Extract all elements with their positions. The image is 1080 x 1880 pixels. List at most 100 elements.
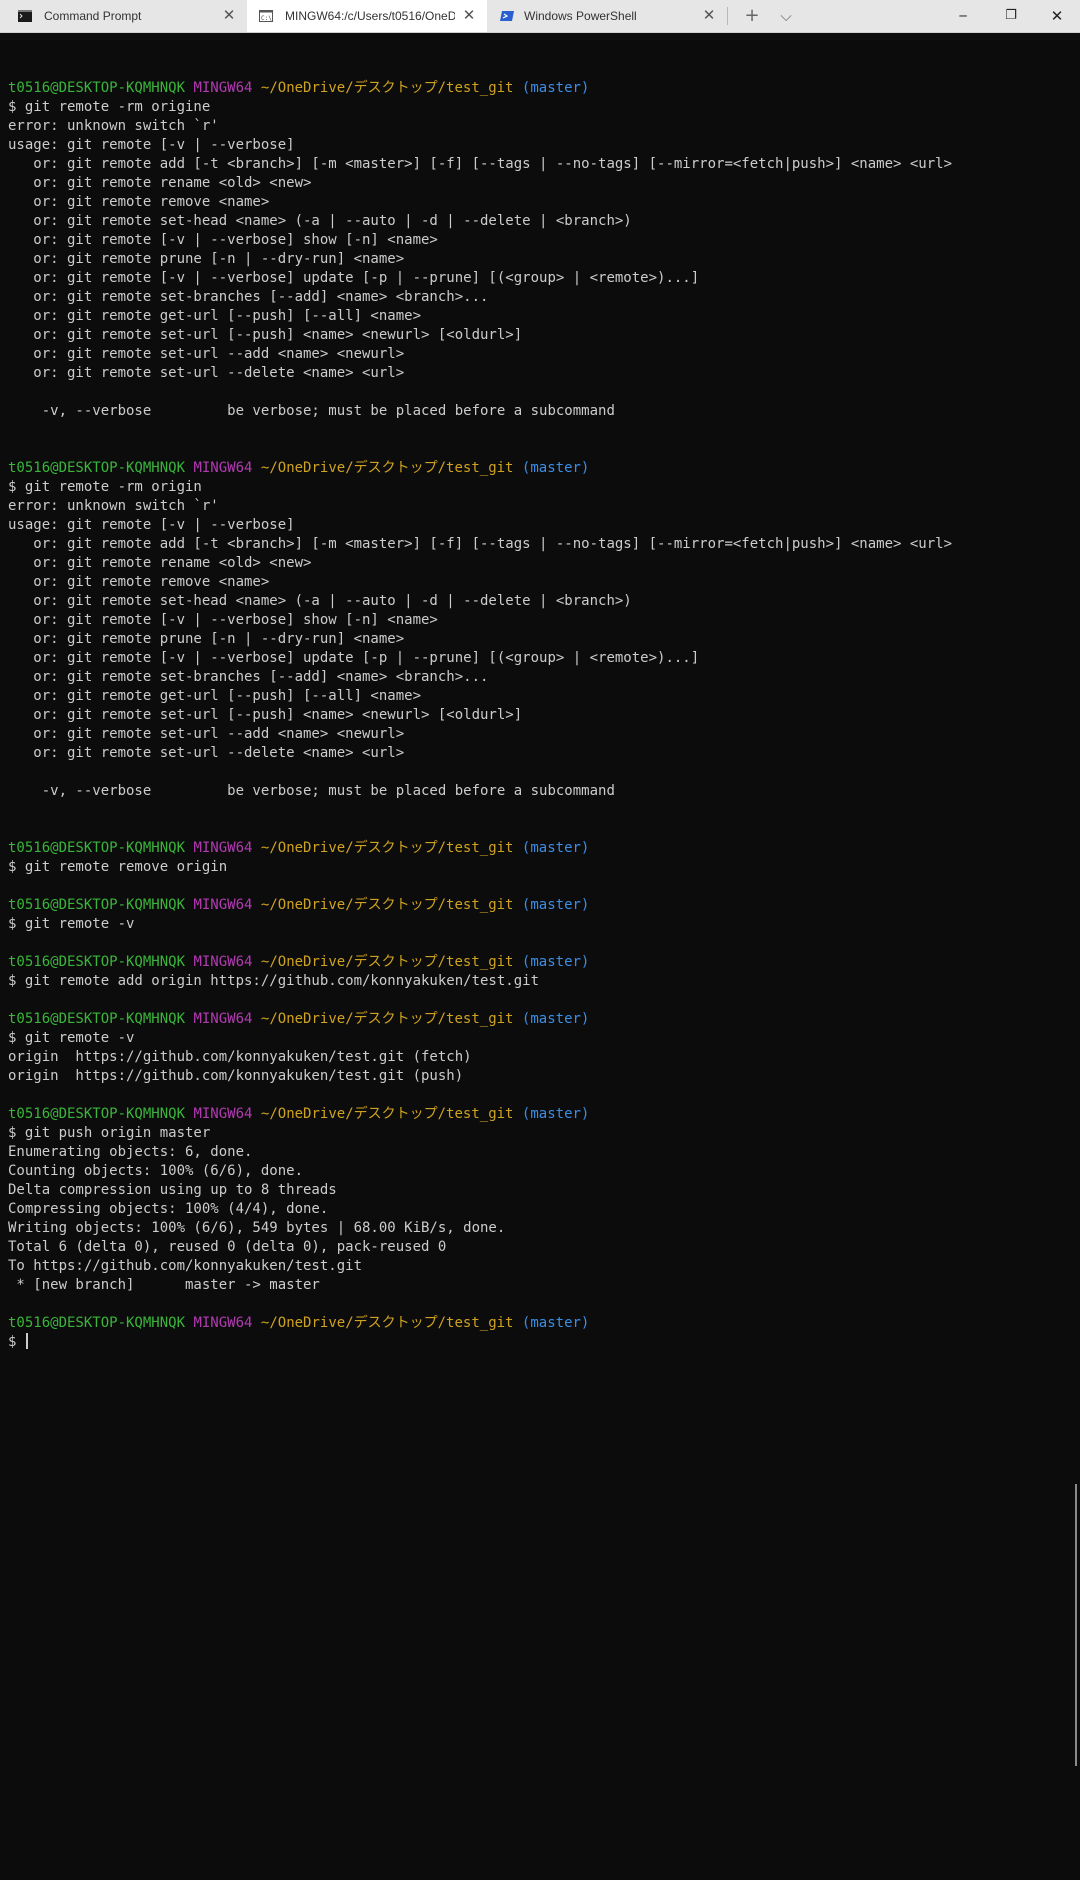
prompt-path: ~/OneDrive/デスクトップ/test_git (260, 460, 514, 476)
output-line: error: unknown switch `r' (8, 498, 219, 514)
prompt-path: ~/OneDrive/デスクトップ/test_git (260, 1106, 514, 1122)
command-line: $ git remote add origin https://github.c… (8, 973, 540, 989)
output-line: or: git remote [-v | --verbose] show [-n… (8, 612, 438, 628)
output-line: or: git remote set-url --delete <name> <… (8, 365, 405, 381)
output-line: or: git remote get-url [--push] [--all] … (8, 688, 422, 704)
prompt-line: t0516@DESKTOP-KQMHNQK MINGW64 ~/OneDrive… (8, 459, 1064, 478)
tab-label: Windows PowerShell (524, 9, 637, 23)
tab-dropdown-button[interactable]: ⌵ (775, 6, 797, 26)
prompt-system: MINGW64 (193, 1315, 253, 1331)
prompt-user: t0516@DESKTOP-KQMHNQK (8, 954, 186, 970)
prompt-path: ~/OneDrive/デスクトップ/test_git (260, 954, 514, 970)
output-line: or: git remote set-url --add <name> <new… (8, 726, 405, 742)
prompt-line: t0516@DESKTOP-KQMHNQK MINGW64 ~/OneDrive… (8, 839, 1064, 858)
output-line: or: git remote [-v | --verbose] update [… (8, 270, 700, 286)
command-input-line[interactable]: $ (8, 1333, 1064, 1352)
output-line: -v, --verbose be verbose; must be placed… (8, 783, 615, 799)
output-line: or: git remote remove <name> (8, 574, 270, 590)
tab-separator (727, 7, 728, 25)
output-line: Delta compression using up to 8 threads (8, 1182, 337, 1198)
output-line: or: git remote set-head <name> (-a | --a… (8, 593, 632, 609)
powershell-icon (500, 11, 514, 21)
prompt-user: t0516@DESKTOP-KQMHNQK (8, 1011, 186, 1027)
command-line: $ git remote -v (8, 916, 135, 932)
output-line: or: git remote rename <old> <new> (8, 175, 312, 191)
output-line: or: git remote [-v | --verbose] show [-n… (8, 232, 438, 248)
close-tab-icon[interactable]: ✕ (699, 6, 719, 26)
prompt-system: MINGW64 (193, 80, 253, 96)
output-line: or: git remote prune [-n | --dry-run] <n… (8, 631, 405, 647)
output-line: or: git remote [-v | --verbose] update [… (8, 650, 700, 666)
prompt-branch: (master) (521, 1011, 590, 1027)
output-line: Counting objects: 100% (6/6), done. (8, 1163, 304, 1179)
maximize-button[interactable]: ❐ (988, 0, 1034, 32)
tab-mingw64[interactable]: C:\ MINGW64:/c/Users/t0516/OneD ✕ (247, 0, 487, 32)
prompt-user: t0516@DESKTOP-KQMHNQK (8, 1315, 186, 1331)
close-tab-icon[interactable]: ✕ (459, 6, 479, 26)
command-line: $ git remote -rm origin (8, 479, 202, 495)
svg-text:C:\: C:\ (261, 15, 272, 22)
output-line: error: unknown switch `r' (8, 118, 219, 134)
prompt-user: t0516@DESKTOP-KQMHNQK (8, 1106, 186, 1122)
mingw-icon: C:\ (259, 10, 273, 22)
tab-label: MINGW64:/c/Users/t0516/OneD (285, 9, 455, 23)
prompt-user: t0516@DESKTOP-KQMHNQK (8, 460, 186, 476)
output-line: origin https://github.com/konnyakuken/te… (8, 1068, 464, 1084)
output-line: origin https://github.com/konnyakuken/te… (8, 1049, 472, 1065)
close-tab-icon[interactable]: ✕ (219, 6, 239, 26)
minimize-button[interactable]: ─ (940, 0, 986, 32)
prompt-user: t0516@DESKTOP-KQMHNQK (8, 80, 186, 96)
output-line: or: git remote set-url [--push] <name> <… (8, 707, 523, 723)
output-line: or: git remote set-branches [--add] <nam… (8, 289, 489, 305)
prompt-path: ~/OneDrive/デスクトップ/test_git (260, 1315, 514, 1331)
output-line: -v, --verbose be verbose; must be placed… (8, 403, 615, 419)
new-tab-button[interactable]: + (741, 6, 763, 26)
output-line: Writing objects: 100% (6/6), 549 bytes |… (8, 1220, 506, 1236)
terminal-output[interactable]: t0516@DESKTOP-KQMHNQK MINGW64 ~/OneDrive… (8, 79, 1064, 1352)
output-line: Enumerating objects: 6, done. (8, 1144, 253, 1160)
tab-windows-powershell[interactable]: Windows PowerShell ✕ (488, 0, 724, 32)
command-line: $ git remote -v (8, 1030, 135, 1046)
prompt-path: ~/OneDrive/デスクトップ/test_git (260, 897, 514, 913)
cmd-icon (18, 10, 32, 22)
prompt-path: ~/OneDrive/デスクトップ/test_git (260, 1011, 514, 1027)
output-line: or: git remote remove <name> (8, 194, 270, 210)
tab-command-prompt[interactable]: Command Prompt ✕ (0, 0, 246, 32)
prompt-branch: (master) (521, 1315, 590, 1331)
command-line: $ git remote remove origin (8, 859, 228, 875)
prompt-path: ~/OneDrive/デスクトップ/test_git (260, 80, 514, 96)
output-line: Compressing objects: 100% (4/4), done. (8, 1201, 329, 1217)
prompt-path: ~/OneDrive/デスクトップ/test_git (260, 840, 514, 856)
output-line: or: git remote add [-t <branch>] [-m <ma… (8, 536, 953, 552)
prompt-line: t0516@DESKTOP-KQMHNQK MINGW64 ~/OneDrive… (8, 1010, 1064, 1029)
prompt-branch: (master) (521, 954, 590, 970)
close-window-button[interactable]: ✕ (1034, 0, 1080, 32)
output-line: To https://github.com/konnyakuken/test.g… (8, 1258, 363, 1274)
prompt-system: MINGW64 (193, 954, 253, 970)
output-line: * [new branch] master -> master (8, 1277, 320, 1293)
output-line: or: git remote set-head <name> (-a | --a… (8, 213, 632, 229)
prompt-branch: (master) (521, 897, 590, 913)
input-prompt: $ (8, 1334, 25, 1350)
text-cursor (25, 1333, 28, 1349)
output-line: or: git remote rename <old> <new> (8, 555, 312, 571)
prompt-user: t0516@DESKTOP-KQMHNQK (8, 840, 186, 856)
scrollbar-thumb[interactable] (1075, 1484, 1077, 1766)
command-line: $ git push origin master (8, 1125, 211, 1141)
output-line: usage: git remote [-v | --verbose] (8, 137, 295, 153)
output-line: usage: git remote [-v | --verbose] (8, 517, 295, 533)
prompt-line: t0516@DESKTOP-KQMHNQK MINGW64 ~/OneDrive… (8, 1314, 1064, 1333)
tab-label: Command Prompt (44, 9, 142, 23)
output-line: or: git remote set-url [--push] <name> <… (8, 327, 523, 343)
prompt-branch: (master) (521, 840, 590, 856)
command-line: $ git remote -rm origine (8, 99, 211, 115)
